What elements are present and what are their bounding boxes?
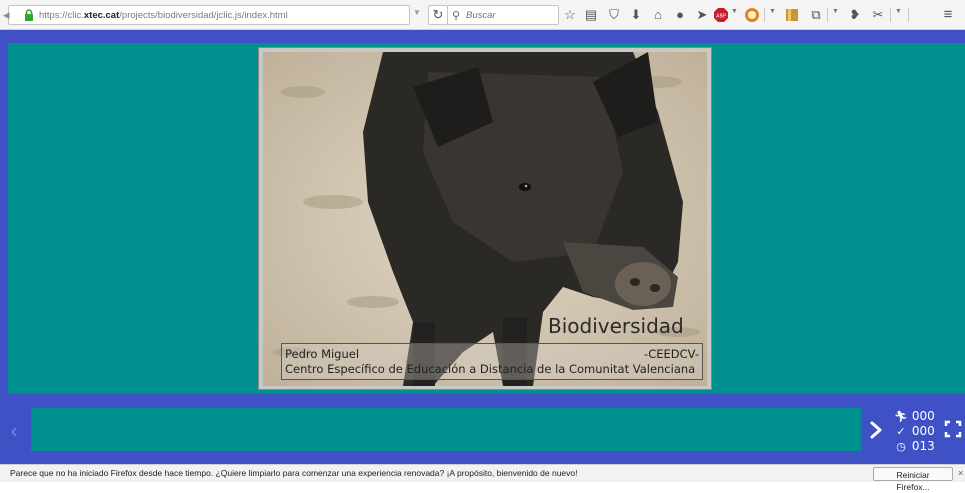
close-icon[interactable]: × (958, 468, 963, 478)
fullscreen-button[interactable] (944, 419, 962, 439)
notification-bar: Parece que no ha iniciado Firefox desde … (0, 464, 965, 492)
toolbar-separator (908, 8, 909, 22)
pocket-icon[interactable]: ⛉ (606, 6, 622, 24)
correct-counter: ✓ 000 (894, 424, 935, 438)
address-bar[interactable]: ◂ https://clic.xtec.cat/projects/biodive… (3, 5, 410, 25)
send-icon[interactable]: ➤ (694, 6, 710, 24)
refresh-firefox-button[interactable]: Reiniciar Firefox... (873, 467, 953, 492)
share-icon[interactable]: ✂ (870, 6, 886, 24)
svg-text:ABP: ABP (716, 14, 726, 20)
previous-button[interactable]: ‹ (6, 420, 22, 442)
top-frame-band (0, 30, 965, 43)
next-button[interactable] (867, 417, 885, 443)
bookmarks-icon[interactable] (784, 6, 800, 24)
home-icon[interactable]: ⌂ (650, 6, 666, 24)
toolbar-separator (764, 8, 765, 22)
time-value: 013 (911, 439, 935, 453)
actions-counter: 🏃︎ 000 (894, 409, 935, 423)
screenshot-dropdown-icon[interactable]: ▼ (832, 8, 839, 15)
toolbar-separator (890, 8, 891, 22)
clock-icon: ◷ (896, 440, 906, 453)
author-name: Pedro Miguel (285, 347, 360, 361)
left-frame-band (0, 43, 8, 394)
speed-dial-icon[interactable]: ❥ (847, 6, 863, 24)
counters: 🏃︎ 000 ✓ 000 ◷ 013 (894, 407, 938, 453)
screenshot-icon[interactable]: ⧉ (808, 6, 824, 24)
actions-icon: 🏃︎ (894, 410, 908, 423)
message-box (31, 408, 861, 451)
share-dropdown-icon[interactable]: ▼ (895, 8, 902, 15)
actions-value: 000 (911, 409, 935, 423)
url-dropdown-icon[interactable]: ▼ (413, 8, 421, 17)
adblock-dropdown-icon[interactable]: ▼ (731, 8, 738, 15)
reload-icon: ↻ (432, 7, 444, 22)
extension-dropdown-icon[interactable]: ▼ (769, 8, 776, 15)
chat-icon[interactable]: ● (672, 6, 688, 24)
correct-value: 000 (911, 424, 935, 438)
star-icon[interactable]: ☆ (562, 6, 578, 24)
activity-title: Biodiversidad (548, 314, 684, 338)
time-counter: ◷ 013 (894, 439, 935, 453)
search-bar[interactable]: ⚲ (447, 5, 559, 25)
menu-icon[interactable]: ≡ (940, 6, 956, 24)
toolbar-separator (827, 8, 828, 22)
adblock-plus-icon[interactable]: ABP (713, 6, 729, 24)
check-icon: ✓ (896, 425, 906, 438)
extension-icon[interactable] (744, 6, 760, 24)
credits-box: Pedro Miguel -CEEDCV- Centro Específico … (281, 343, 703, 380)
notification-text: Parece que no ha iniciado Firefox desde … (10, 468, 578, 478)
reading-list-icon[interactable]: ▤ (583, 6, 599, 24)
search-input[interactable] (466, 7, 554, 23)
org-code: -CEEDCV- (644, 347, 699, 361)
download-icon[interactable]: ⬇ (628, 6, 644, 24)
browser-toolbar: ◂ https://clic.xtec.cat/projects/biodive… (0, 0, 965, 30)
lock-icon[interactable] (23, 9, 35, 21)
reload-button[interactable]: ↻ (428, 5, 448, 25)
center-name: Centro Específico de Educación a Distanc… (285, 362, 696, 376)
url-text[interactable]: https://clic.xtec.cat/projects/biodivers… (39, 9, 288, 22)
back-icon[interactable]: ◂ (3, 7, 17, 23)
search-icon: ⚲ (452, 10, 461, 22)
